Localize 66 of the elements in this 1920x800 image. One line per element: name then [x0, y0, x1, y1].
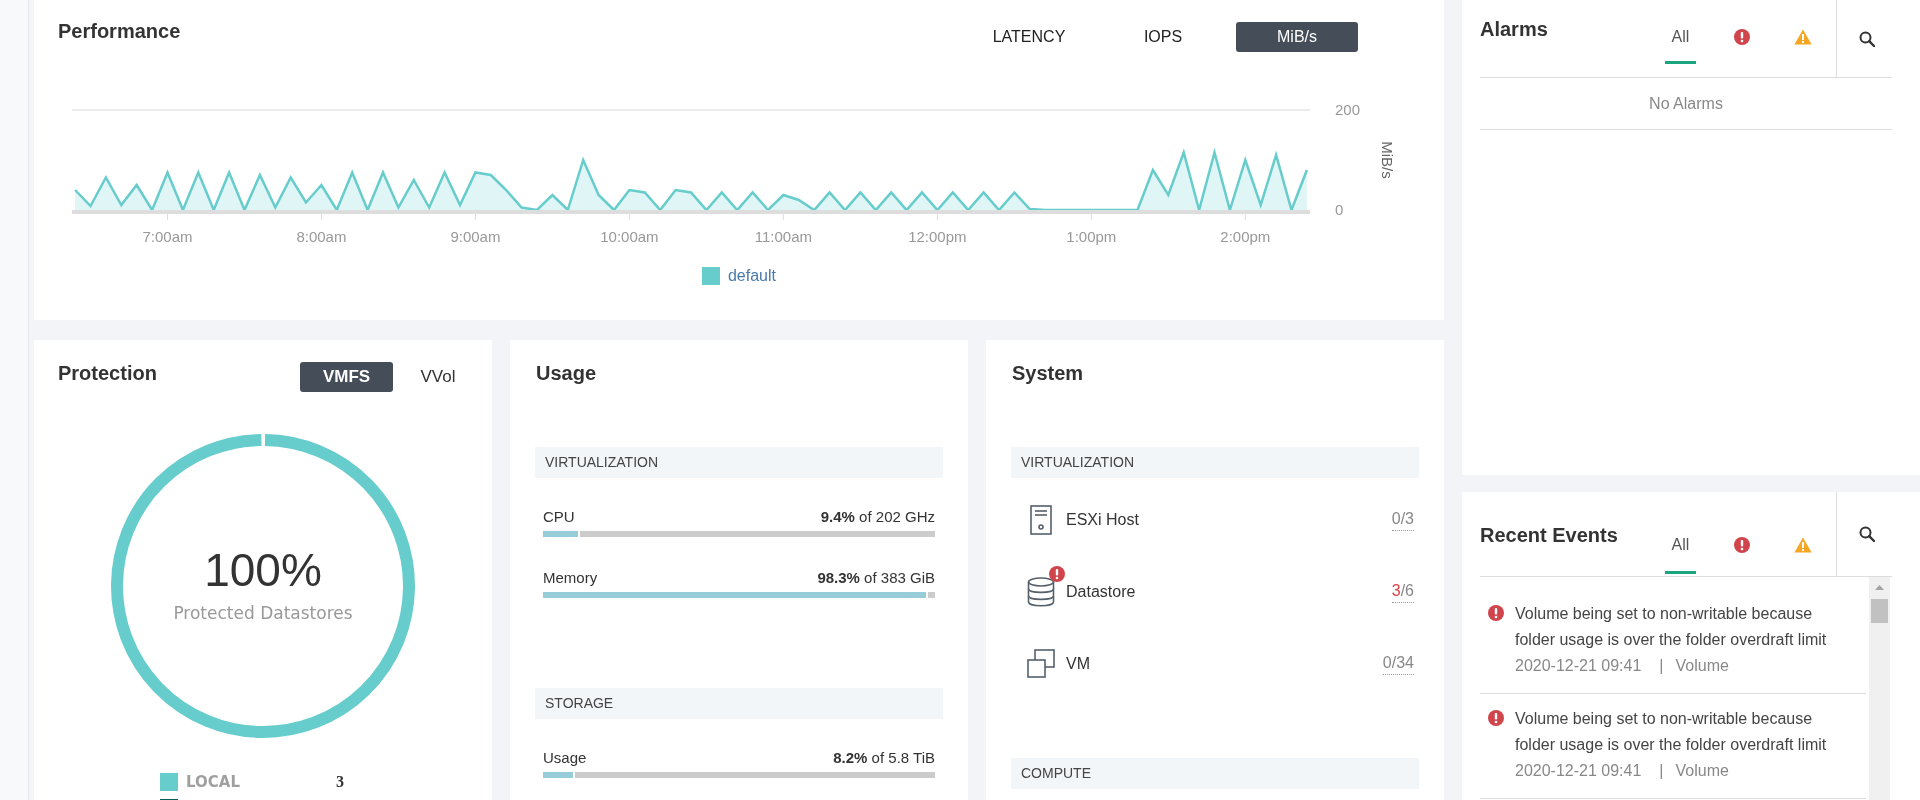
filter-tab[interactable]: All: [1665, 0, 1696, 64]
database-icon: [1027, 577, 1055, 607]
separator: |: [1659, 656, 1664, 676]
error-icon: [1733, 537, 1750, 553]
warning-icon: [1793, 537, 1812, 553]
axis-title: MiB/s: [1379, 141, 1396, 179]
section-header: COMPUTE: [1011, 758, 1419, 789]
item-count-link[interactable]: 0/3: [1391, 509, 1414, 531]
event-source: Volume: [1675, 761, 1729, 781]
axis-label: 11:00am: [754, 228, 812, 245]
legend-count: 3: [336, 773, 344, 791]
card-title: System: [1011, 361, 1085, 386]
empty-message: No Alarms: [1480, 78, 1892, 130]
section-header: VIRTUALIZATION: [1011, 447, 1419, 478]
error-icon: [1488, 710, 1504, 726]
axis-label: 200: [1335, 101, 1361, 118]
legend-label: LOCAL: [186, 773, 241, 791]
server-icon: [1030, 505, 1052, 535]
meter-label: CPU: [543, 508, 575, 526]
meter-reading: 9.4% of 202 GHz: [820, 508, 935, 526]
card-title: Usage: [535, 361, 598, 386]
event-time: 2020-12-21 09:41: [1515, 761, 1642, 781]
separator: |: [1659, 761, 1664, 781]
item-label: ESXi Host: [1066, 511, 1140, 529]
axis-label: 7:00am: [142, 228, 193, 245]
event-time: 2020-12-21 09:41: [1515, 656, 1642, 676]
datastore-type-tab[interactable]: VMFS: [300, 362, 393, 392]
ring-caption: Protected Datastores: [173, 603, 353, 623]
metric-tab[interactable]: LATENCY: [968, 22, 1090, 52]
metric-tab[interactable]: MiB/s: [1236, 22, 1358, 52]
error-icon: [1049, 566, 1065, 582]
event-source: Volume: [1675, 656, 1729, 676]
search-icon: [1859, 526, 1875, 542]
section-header: VIRTUALIZATION: [535, 447, 943, 478]
error-icon: [1488, 605, 1504, 621]
axis-label: 10:00am: [600, 228, 659, 245]
meter-label: Usage: [543, 749, 587, 767]
stacked-windows-icon: [1027, 649, 1055, 679]
metric-tab[interactable]: IOPS: [1102, 22, 1224, 52]
event-message: Volume being set to non-writable because folder usage is over the folder overdraft limit: [1515, 604, 1828, 650]
error-icon: [1733, 29, 1750, 45]
filter-tab[interactable]: All: [1665, 492, 1696, 574]
card-title: Alarms: [1480, 17, 1549, 42]
meter-label: Memory: [543, 569, 598, 587]
datastore-type-tab[interactable]: VVol: [403, 362, 473, 392]
item-count-link[interactable]: 3/6: [1391, 581, 1414, 603]
section-header: STORAGE: [535, 688, 943, 719]
search-icon: [1859, 30, 1875, 47]
meter-reading: 8.2% of 5.8 TiB: [833, 749, 935, 767]
axis-label: 1:00pm: [1066, 228, 1117, 245]
legend-label: default: [727, 267, 776, 285]
item-label: VM: [1066, 655, 1091, 673]
item-count-link[interactable]: 0/34: [1382, 653, 1414, 675]
axis-label: 12:00pm: [908, 228, 967, 245]
axis-label: 0: [1335, 201, 1344, 218]
axis-label: 8:00am: [296, 228, 347, 245]
axis-label: 9:00am: [450, 228, 501, 245]
item-label: Datastore: [1066, 583, 1137, 601]
card-title: Protection: [58, 361, 157, 386]
ring-value: 100%: [204, 544, 322, 596]
card-title: Performance: [58, 19, 181, 44]
axis-label: 2:00pm: [1220, 228, 1271, 245]
card-title: Recent Events: [1480, 523, 1619, 548]
meter-reading: 98.3% of 383 GiB: [817, 569, 935, 587]
event-message: Volume being set to non-writable because folder usage is over the folder overdraft limit: [1515, 709, 1828, 755]
warning-icon: [1793, 29, 1812, 45]
